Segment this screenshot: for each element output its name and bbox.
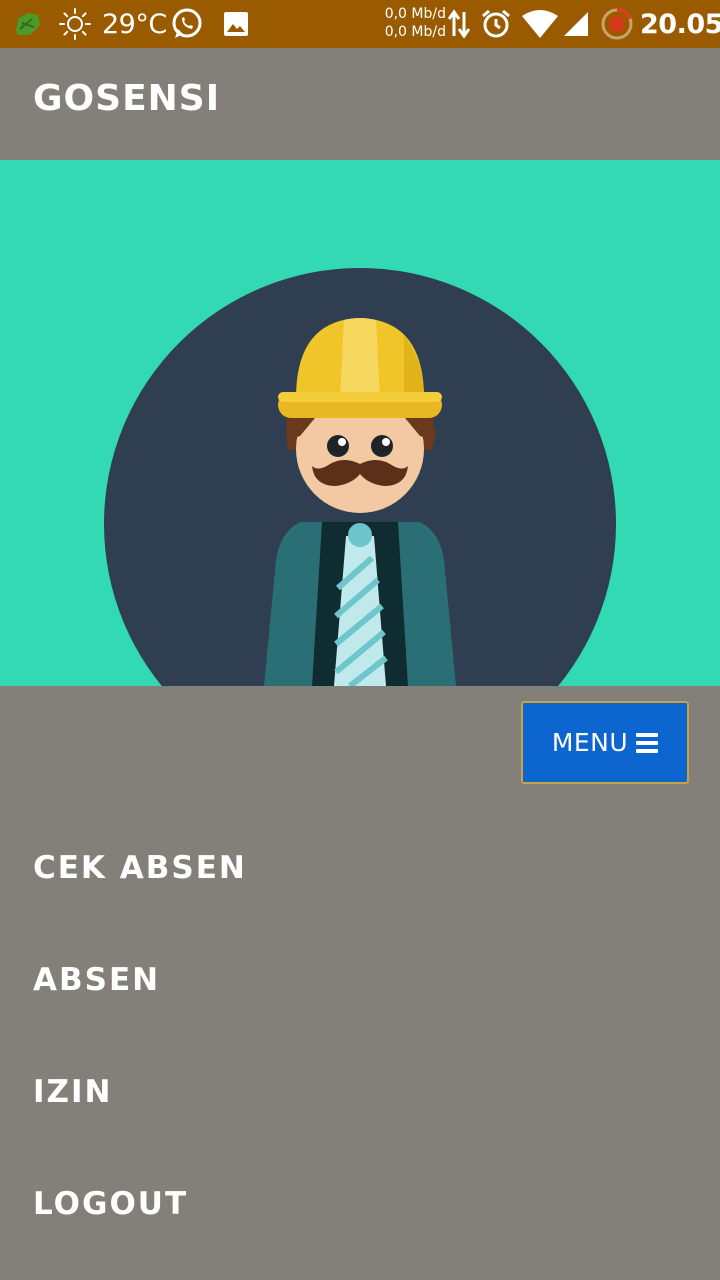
gallery-icon: [222, 0, 250, 48]
network-speed: 0,0 Mb/d 0,0 Mb/d: [380, 5, 446, 41]
nav-item-logout[interactable]: LOGOUT: [0, 1148, 720, 1260]
nav-item-izin[interactable]: IZIN: [0, 1036, 720, 1148]
whatsapp-icon: [170, 0, 204, 48]
data-arrows-icon: [448, 0, 470, 48]
wifi-icon: [522, 0, 558, 48]
net-up-text: 0,0 Mb/d: [384, 6, 446, 22]
temperature-text: 29°C: [102, 8, 167, 40]
menu-button-label: MENU: [551, 728, 629, 757]
nav-item-cek-absen[interactable]: CEK ABSEN: [0, 812, 720, 924]
battery-icon: [600, 0, 634, 48]
hamburger-icon: [636, 732, 659, 753]
app-title: GOSENSI: [33, 78, 221, 119]
app-icon: [12, 0, 44, 48]
hero-banner: [0, 160, 720, 686]
worker-avatar-illustration: [104, 268, 616, 686]
clock-text: 20.05: [640, 8, 720, 40]
status-bar: 29°C 0,0 Mb/d 0,0 Mb/d 20.05: [0, 0, 720, 48]
nav-item-absen[interactable]: ABSEN: [0, 924, 720, 1036]
app-bar: GOSENSI: [0, 48, 720, 160]
net-down-text: 0,0 Mb/d: [384, 24, 446, 40]
menu-button[interactable]: MENU: [521, 701, 689, 784]
sun-icon: [58, 0, 92, 48]
alarm-icon: [480, 0, 512, 48]
nav-menu: CEK ABSEN ABSEN IZIN LOGOUT: [0, 812, 720, 1260]
signal-icon: [562, 0, 590, 48]
